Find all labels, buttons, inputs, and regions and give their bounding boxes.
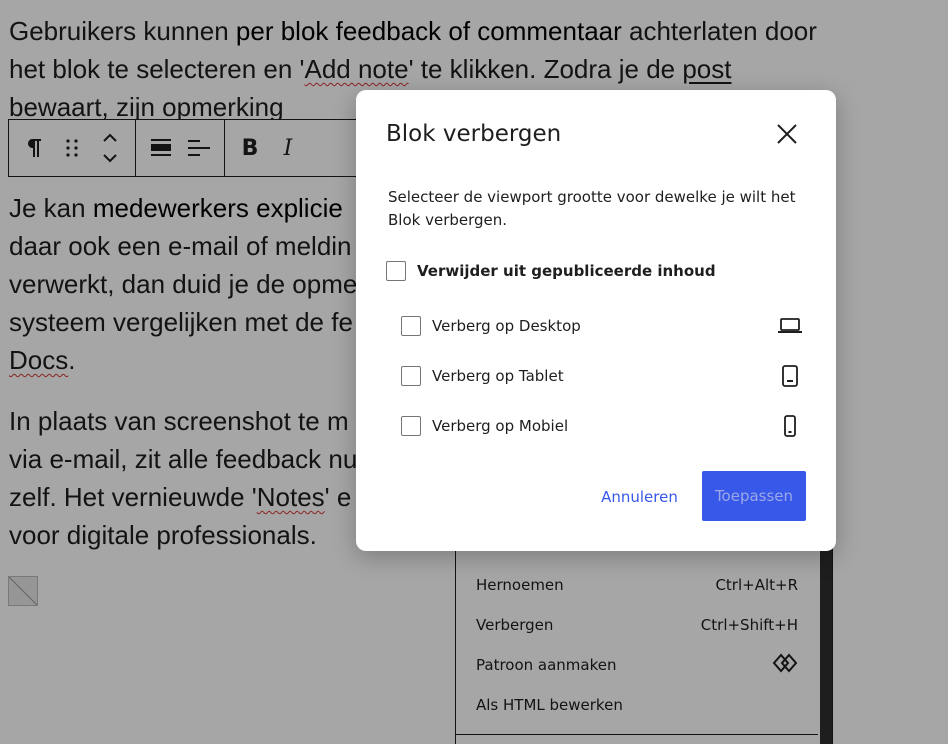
hide-on-desktop-option: Verberg op Desktop <box>401 316 581 336</box>
hide-on-tablet-option: Verberg op Tablet <box>401 366 564 386</box>
desktop-icon <box>777 313 803 339</box>
option-label: Verberg op Mobiel <box>432 417 569 435</box>
option-label: Verwijder uit gepubliceerde inhoud <box>417 262 716 280</box>
close-button[interactable] <box>771 120 803 152</box>
dialog-description: Selecteer de viewport grootte voor dewel… <box>388 188 796 229</box>
hide-block-dialog: Blok verbergen Selecteer de viewport gro… <box>356 90 836 551</box>
mobile-icon <box>777 413 803 439</box>
remove-from-published-option: Verwijder uit gepubliceerde inhoud <box>386 261 716 281</box>
hide-on-mobile-checkbox[interactable] <box>401 416 421 436</box>
tablet-icon <box>777 363 803 389</box>
close-icon <box>776 123 798 149</box>
hide-on-mobile-option: Verberg op Mobiel <box>401 416 568 436</box>
cancel-button[interactable]: Annuleren <box>592 472 687 522</box>
hide-on-desktop-checkbox[interactable] <box>401 316 421 336</box>
hide-on-tablet-checkbox[interactable] <box>401 366 421 386</box>
option-label: Verberg op Desktop <box>432 317 581 335</box>
dialog-title: Blok verbergen <box>386 121 562 147</box>
remove-from-published-checkbox[interactable] <box>386 261 406 281</box>
option-label: Verberg op Tablet <box>432 367 564 385</box>
apply-button[interactable]: Toepassen <box>702 471 806 521</box>
